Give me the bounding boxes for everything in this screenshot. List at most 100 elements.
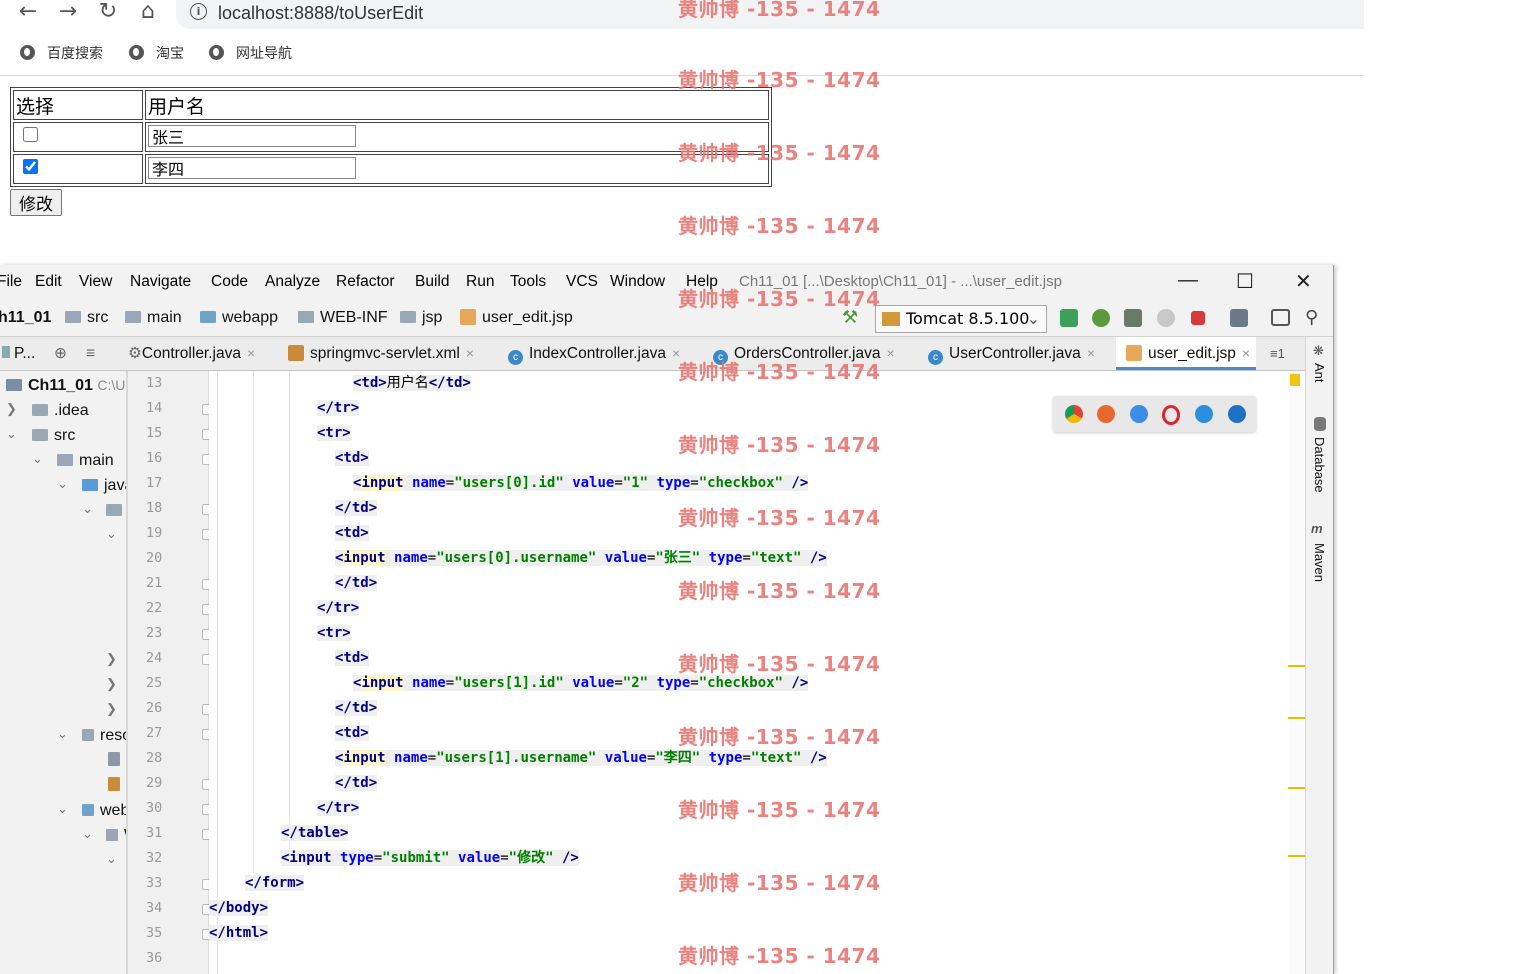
tree-item-idea[interactable]: .idea <box>32 398 89 423</box>
debug-icon[interactable] <box>1092 309 1110 327</box>
editor-scrollbar[interactable] <box>1289 371 1305 974</box>
ant-tool-button[interactable]: Ant <box>1312 363 1327 383</box>
username-input[interactable] <box>148 157 356 179</box>
edge-icon[interactable] <box>1228 405 1246 423</box>
chrome-icon[interactable] <box>1065 405 1083 423</box>
scroll-marker[interactable] <box>1288 665 1305 667</box>
username-input[interactable] <box>148 125 356 147</box>
tab-overflow[interactable]: ≡1 <box>1270 337 1285 370</box>
tree-item-src[interactable]: src <box>32 423 75 448</box>
tab-user-controller[interactable]: c UserController.java × <box>928 337 1095 370</box>
chevron-down-icon[interactable]: ⌄ <box>57 726 68 742</box>
close-tab-icon[interactable]: × <box>247 345 255 361</box>
username-cell <box>145 122 769 152</box>
menu-edit[interactable]: Edit <box>35 273 62 291</box>
stop-icon[interactable] <box>1191 311 1205 325</box>
row-checkbox[interactable] <box>23 127 38 142</box>
crumb-project[interactable]: h11_01 <box>0 309 51 327</box>
submit-button[interactable]: 修改 <box>10 189 62 216</box>
menu-analyze[interactable]: Analyze <box>265 273 320 291</box>
coverage-icon[interactable] <box>1124 309 1142 327</box>
close-tab-icon[interactable]: × <box>466 345 474 361</box>
terminal-icon[interactable] <box>1271 309 1290 326</box>
crumb-jsp[interactable]: jsp <box>400 309 442 327</box>
bookmark-baidu[interactable]: 百度搜索 <box>20 43 103 65</box>
tree-item-main[interactable]: main <box>57 448 114 473</box>
chevron-down-icon[interactable]: ⌄ <box>82 501 93 517</box>
search-icon[interactable]: ⚲ <box>1305 309 1323 327</box>
close-tab-icon[interactable]: × <box>886 345 894 361</box>
chevron-down-icon[interactable]: ⌄ <box>57 476 68 492</box>
collapse-icon[interactable]: ≡ <box>86 337 95 370</box>
tab-index-controller[interactable]: c IndexController.java × <box>508 337 680 370</box>
chevron-down-icon[interactable]: ⌄ <box>82 826 93 842</box>
crumb-webapp[interactable]: webapp <box>200 309 278 327</box>
chevron-right-icon[interactable]: ❯ <box>106 701 117 717</box>
close-tab-icon[interactable]: × <box>1087 345 1095 361</box>
chevron-right-icon[interactable]: ❯ <box>106 651 117 667</box>
chevron-down-icon[interactable]: ⌄ <box>106 851 117 867</box>
menu-run[interactable]: Run <box>466 273 494 291</box>
crumb-src[interactable]: src <box>65 309 108 327</box>
close-tab-icon[interactable]: × <box>1242 345 1250 361</box>
chevron-down-icon[interactable]: ⌄ <box>57 801 68 817</box>
tab-controller[interactable]: ⚙Controller.java × <box>128 337 255 370</box>
tab-user-edit-jsp[interactable]: user_edit.jsp × <box>1116 337 1257 370</box>
chevron-right-icon[interactable]: ❯ <box>6 401 17 417</box>
site-info-icon[interactable]: i <box>190 3 207 20</box>
tree-item-package[interactable]: c <box>106 498 126 523</box>
chevron-down-icon[interactable]: ⌄ <box>6 426 17 442</box>
maven-tool-button[interactable]: Maven <box>1312 543 1327 582</box>
tree-item-project[interactable]: Ch11_01 C:\Use <box>6 373 126 398</box>
menu-build[interactable]: Build <box>415 273 449 291</box>
warning-indicator-icon[interactable] <box>1290 374 1300 386</box>
bookmark-taobao[interactable]: 淘宝 <box>129 43 184 65</box>
menu-refactor[interactable]: Refactor <box>336 273 395 291</box>
scroll-marker[interactable] <box>1288 717 1305 719</box>
tree-item-log-file[interactable]: lc <box>108 748 126 773</box>
tree-item-webinf[interactable]: W <box>106 823 126 848</box>
tab-project[interactable]: P... <box>2 337 35 370</box>
run-config-select[interactable]: Tomcat 8.5.100 ⌄ <box>875 305 1047 333</box>
reload-icon[interactable]: ↻ <box>94 0 122 26</box>
tree-item-resources[interactable]: resou <box>82 723 126 748</box>
project-structure-icon[interactable] <box>1230 309 1248 327</box>
tree-item-java[interactable]: java <box>82 473 126 498</box>
firefox-icon[interactable] <box>1097 405 1115 423</box>
crumb-file[interactable]: user_edit.jsp <box>460 309 573 327</box>
forward-icon[interactable]: → <box>54 0 82 26</box>
scroll-marker[interactable] <box>1288 787 1305 789</box>
internet-explorer-icon[interactable] <box>1195 405 1213 423</box>
tree-item-webapp[interactable]: weba <box>82 798 126 823</box>
close-icon[interactable]: ✕ <box>1295 269 1312 294</box>
tree-item-spring-file[interactable]: sp <box>108 773 126 798</box>
crumb-main[interactable]: main <box>125 309 182 327</box>
target-icon[interactable]: ⊕ <box>54 337 67 370</box>
safari-icon[interactable] <box>1130 405 1148 423</box>
crumb-webinf[interactable]: WEB-INF <box>298 309 388 327</box>
row-checkbox[interactable] <box>23 159 38 174</box>
maximize-icon[interactable]: ☐ <box>1236 269 1254 294</box>
tab-springmvc-xml[interactable]: springmvc-servlet.xml × <box>288 337 474 370</box>
chevron-down-icon[interactable]: ⌄ <box>106 526 117 542</box>
menu-file[interactable]: File <box>0 273 22 291</box>
minimize-icon[interactable]: — <box>1178 269 1198 292</box>
scroll-marker[interactable] <box>1288 855 1305 857</box>
profile-icon[interactable] <box>1157 309 1175 327</box>
database-tool-button[interactable]: Database <box>1312 437 1327 493</box>
menu-vcs[interactable]: VCS <box>566 273 598 291</box>
menu-tools[interactable]: Tools <box>510 273 546 291</box>
chevron-right-icon[interactable]: ❯ <box>106 676 117 692</box>
code-line-31: </table> <box>281 825 349 841</box>
opera-icon[interactable] <box>1162 405 1180 425</box>
home-icon[interactable]: ⌂ <box>134 0 162 26</box>
chevron-down-icon[interactable]: ⌄ <box>32 451 43 467</box>
run-icon[interactable] <box>1060 309 1078 327</box>
menu-navigate[interactable]: Navigate <box>130 273 191 291</box>
back-icon[interactable]: ← <box>14 0 42 26</box>
menu-window[interactable]: Window <box>610 273 665 291</box>
bookmark-nav[interactable]: 网址导航 <box>209 43 292 65</box>
menu-code[interactable]: Code <box>211 273 248 291</box>
menu-view[interactable]: View <box>79 273 112 291</box>
url-text[interactable]: localhost:8888/toUserEdit <box>218 0 423 26</box>
